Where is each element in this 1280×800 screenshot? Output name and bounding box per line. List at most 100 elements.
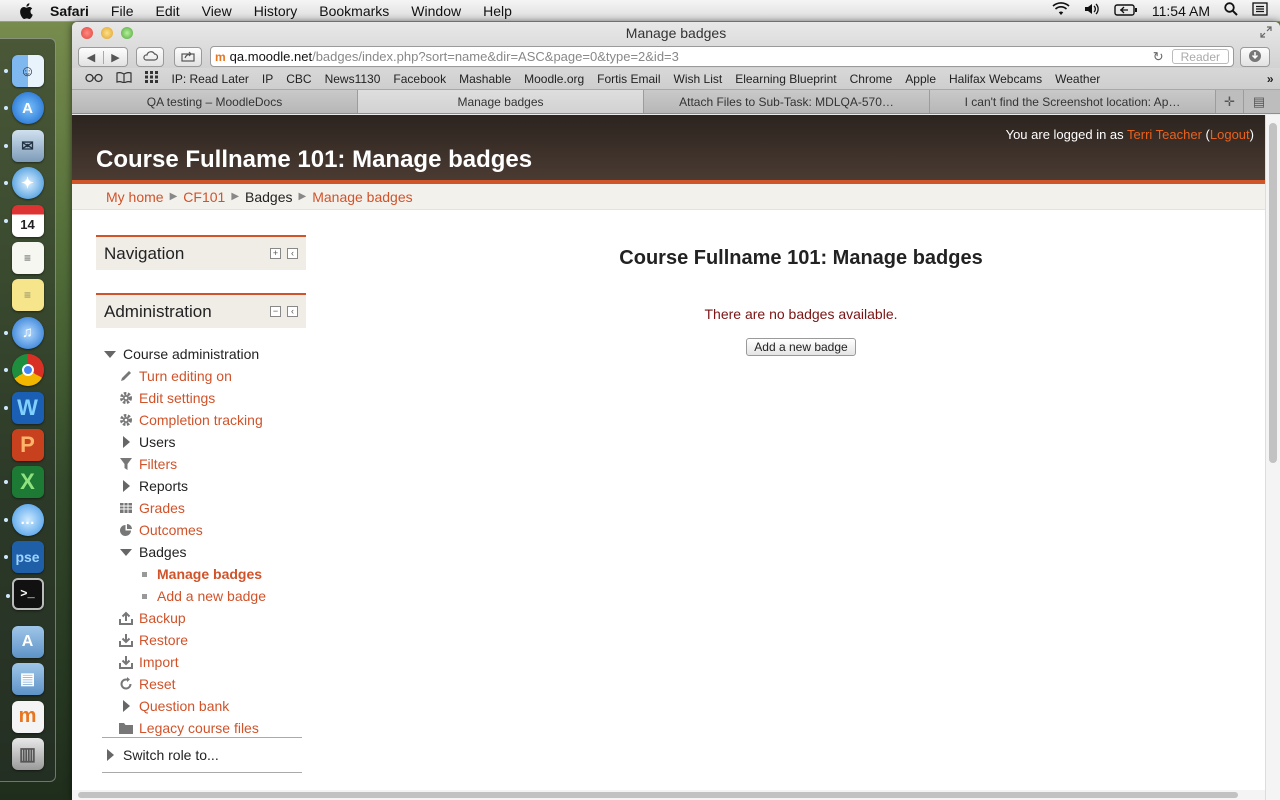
bookmark-link[interactable]: Chrome (843, 72, 899, 86)
documents-folder-icon[interactable]: ▤ (11, 663, 44, 696)
bookmark-link[interactable]: Fortis Email (591, 72, 667, 86)
menu-window[interactable]: Window (400, 3, 472, 19)
reader-button[interactable]: Reader (1171, 49, 1229, 64)
back-forward-buttons[interactable]: ◀ ▶ (78, 47, 128, 67)
fullscreen-icon[interactable] (1260, 26, 1272, 41)
trash-icon[interactable]: ▥ (11, 738, 44, 771)
tab-overview-icon[interactable]: ▤ (1244, 90, 1274, 113)
tree-item-switch-role[interactable]: Switch role to... (102, 744, 219, 766)
scrollbar-thumb[interactable] (1269, 123, 1277, 463)
bookmark-link[interactable]: IP: Read Later (165, 72, 255, 86)
spotlight-search-icon[interactable] (1224, 2, 1238, 19)
forward-arrow-icon[interactable]: ▶ (103, 50, 127, 64)
share-button[interactable] (174, 47, 202, 67)
bookmark-link[interactable]: IP (255, 72, 279, 86)
moodle-icon[interactable]: m (11, 700, 44, 733)
menu-bookmarks[interactable]: Bookmarks (308, 3, 400, 19)
tree-item-outcomes[interactable]: Outcomes (118, 519, 312, 541)
address-bar[interactable]: m qa.moodle.net/badges/index.php?sort=na… (210, 46, 1234, 67)
bookmark-link[interactable]: Facebook (387, 72, 453, 86)
user-profile-link[interactable]: Terri Teacher (1127, 127, 1202, 142)
bookmark-link[interactable]: Moodle.org (518, 72, 591, 86)
bookmark-link[interactable]: CBC (280, 72, 318, 86)
logout-link[interactable]: Logout (1210, 127, 1250, 142)
bookmarks-overflow-icon[interactable]: » (1260, 72, 1280, 86)
top-sites-grid-icon[interactable] (138, 71, 165, 86)
icloud-tabs-button[interactable] (136, 47, 164, 67)
expand-block-icon[interactable]: + (270, 248, 281, 259)
tree-item-reset[interactable]: Reset (118, 673, 312, 695)
menu-help[interactable]: Help (472, 3, 523, 19)
battery-icon[interactable] (1114, 3, 1138, 19)
back-arrow-icon[interactable]: ◀ (79, 51, 103, 64)
menu-app-name[interactable]: Safari (46, 3, 100, 19)
menubar-clock[interactable]: 11:54 AM (1152, 3, 1210, 19)
navigation-block-header[interactable]: Navigation + ‹ (96, 235, 306, 270)
excel-icon[interactable]: X (3, 466, 44, 499)
safari-icon[interactable]: ✦ (3, 167, 44, 200)
reading-list-icon[interactable] (78, 72, 109, 86)
app-store-icon[interactable]: A (3, 92, 44, 125)
mail-icon[interactable]: ✉ (3, 129, 44, 162)
breadcrumb-course[interactable]: CF101 (183, 189, 225, 205)
word-icon[interactable]: W (3, 391, 44, 424)
tab-attach-files[interactable]: Attach Files to Sub-Task: MDLQA-570… (644, 90, 930, 113)
chrome-icon[interactable] (3, 354, 44, 387)
tree-item-badges[interactable]: Badges (118, 541, 312, 563)
terminal-icon[interactable]: >_ (5, 578, 44, 611)
bookmark-link[interactable]: Halifax Webcams (943, 72, 1049, 86)
tree-item-completion-tracking[interactable]: Completion tracking (118, 409, 312, 431)
menu-view[interactable]: View (191, 3, 243, 19)
add-new-badge-button[interactable]: Add a new badge (746, 338, 856, 356)
bookmark-link[interactable]: News1130 (318, 72, 387, 86)
calendar-icon[interactable]: 14 (3, 204, 44, 237)
bookmark-link[interactable]: Apple (899, 72, 943, 86)
dock-block-icon[interactable]: ‹ (287, 306, 298, 317)
breadcrumb-manage-badges[interactable]: Manage badges (312, 189, 412, 205)
tree-item-restore[interactable]: Restore (118, 629, 312, 651)
messages-icon[interactable]: … (3, 503, 44, 536)
tree-item-course-administration[interactable]: Course administration (102, 343, 312, 365)
tree-item-turn-editing-on[interactable]: Turn editing on (118, 365, 312, 387)
scrollbar-thumb[interactable] (78, 792, 1238, 798)
tree-item-backup[interactable]: Backup (118, 607, 312, 629)
stickies-icon[interactable]: ≡ (11, 279, 44, 312)
menu-edit[interactable]: Edit (144, 3, 190, 19)
tab-screenshot-location[interactable]: I can't find the Screenshot location: Ap… (930, 90, 1216, 113)
vertical-scrollbar[interactable] (1265, 115, 1280, 800)
tab-qa-testing[interactable]: QA testing – MoodleDocs (72, 90, 358, 113)
downloads-button[interactable] (1240, 47, 1270, 67)
powerpoint-icon[interactable]: P (11, 428, 44, 461)
wifi-icon[interactable] (1052, 2, 1070, 19)
tree-item-filters[interactable]: Filters (118, 453, 312, 475)
itunes-icon[interactable]: ♫ (3, 316, 44, 349)
tree-item-reports[interactable]: Reports (118, 475, 312, 497)
tree-item-legacy-course-files[interactable]: Legacy course files (118, 717, 312, 739)
tree-item-question-bank[interactable]: Question bank (118, 695, 312, 717)
apple-icon[interactable] (18, 2, 34, 19)
menu-history[interactable]: History (243, 3, 309, 19)
bookmark-link[interactable]: Mashable (453, 72, 518, 86)
photoshop-elements-icon[interactable]: pse (3, 541, 44, 574)
applications-folder-icon[interactable]: A (11, 625, 44, 658)
menu-file[interactable]: File (100, 3, 145, 19)
notification-center-icon[interactable] (1252, 2, 1268, 19)
bookmark-link[interactable]: Wish List (667, 72, 729, 86)
new-tab-button[interactable]: ✛ (1216, 90, 1244, 113)
horizontal-scrollbar[interactable] (72, 790, 1265, 800)
finder-icon[interactable]: ☺ (3, 55, 44, 87)
administration-block-header[interactable]: Administration − ‹ (96, 293, 306, 328)
tree-item-grades[interactable]: Grades (118, 497, 312, 519)
tree-item-users[interactable]: Users (118, 431, 312, 453)
bookmarks-book-icon[interactable] (109, 71, 138, 86)
tree-item-add-new-badge[interactable]: Add a new badge (136, 585, 312, 607)
reminders-icon[interactable]: ≡ (11, 241, 44, 274)
reload-icon[interactable]: ↻ (1153, 49, 1164, 65)
tree-item-import[interactable]: Import (118, 651, 312, 673)
dock-block-icon[interactable]: ‹ (287, 248, 298, 259)
collapse-block-icon[interactable]: − (270, 306, 281, 317)
bookmark-link[interactable]: Elearning Blueprint (729, 72, 843, 86)
tree-item-edit-settings[interactable]: Edit settings (118, 387, 312, 409)
bookmark-link[interactable]: Weather (1049, 72, 1107, 86)
volume-icon[interactable] (1084, 2, 1100, 19)
